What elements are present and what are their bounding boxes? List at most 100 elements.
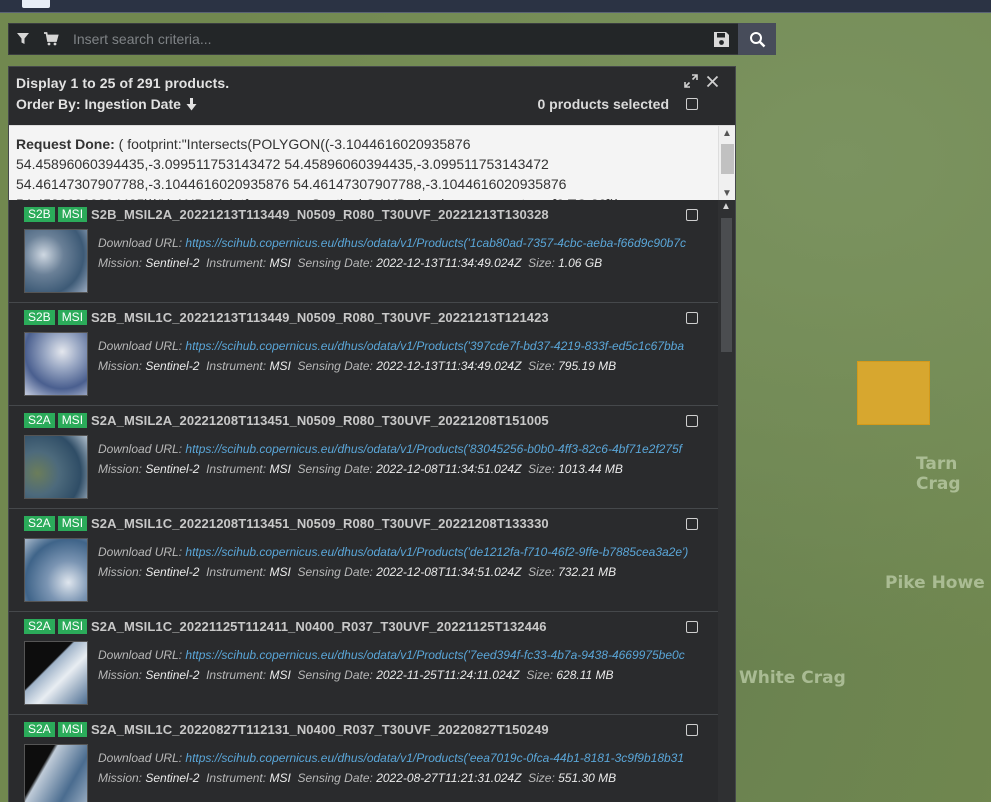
- scrollbar-thumb[interactable]: [721, 218, 732, 352]
- sensing-date-label: Sensing Date:: [297, 771, 373, 785]
- instrument-label: Instrument:: [206, 462, 267, 476]
- product-checkbox[interactable]: [686, 724, 698, 736]
- size-label: Size:: [528, 359, 555, 373]
- results-count-text: Display 1 to 25 of 291 products.: [16, 75, 230, 91]
- size-label: Size:: [528, 565, 555, 579]
- mission-value: Sentinel-2: [145, 771, 200, 785]
- save-search-button[interactable]: [704, 24, 738, 54]
- instrument-label: Instrument:: [206, 256, 267, 270]
- top-header-bar: [0, 0, 991, 13]
- mission-label: Mission:: [98, 771, 143, 785]
- product-item[interactable]: S2A MSI S2A_MSIL1C_20221125T112411_N0400…: [9, 612, 720, 715]
- select-all-checkbox[interactable]: [686, 98, 698, 110]
- sort-descending-icon[interactable]: [186, 97, 197, 111]
- instrument-label: Instrument:: [206, 359, 267, 373]
- instrument-label: Instrument:: [206, 565, 267, 579]
- sensing-date-label: Sensing Date:: [297, 462, 373, 476]
- mission-label: Mission:: [98, 359, 143, 373]
- download-url-link[interactable]: https://scihub.copernicus.eu/dhus/odata/…: [185, 648, 684, 662]
- size-value: 1.06 GB: [558, 256, 603, 270]
- instrument-value: MSI: [269, 462, 291, 476]
- mission-label: Mission:: [98, 668, 143, 682]
- product-thumbnail[interactable]: [24, 332, 88, 396]
- product-item[interactable]: S2B MSI S2B_MSIL2A_20221213T113449_N0509…: [9, 200, 720, 303]
- search-bar: [8, 23, 776, 55]
- map-label-tarn-crag: Tarn Crag: [916, 454, 961, 494]
- satellite-badge: S2A: [24, 516, 55, 531]
- download-url-label: Download URL:: [98, 751, 183, 765]
- size-label: Size:: [526, 668, 553, 682]
- download-url-link[interactable]: https://scihub.copernicus.eu/dhus/odata/…: [185, 339, 684, 353]
- download-url-link[interactable]: https://scihub.copernicus.eu/dhus/odata/…: [185, 236, 686, 250]
- sensing-date-label: Sensing Date:: [297, 565, 373, 579]
- instrument-label: Instrument:: [206, 771, 267, 785]
- product-checkbox[interactable]: [686, 518, 698, 530]
- product-item[interactable]: S2A MSI S2A_MSIL1C_20221208T113451_N0509…: [9, 509, 720, 612]
- scroll-up-icon[interactable]: ▲: [722, 128, 732, 139]
- product-list: S2B MSI S2B_MSIL2A_20221213T113449_N0509…: [9, 200, 720, 802]
- product-item[interactable]: S2A MSI S2A_MSIL1C_20220827T112131_N0400…: [9, 715, 720, 802]
- satellite-badge: S2B: [24, 310, 55, 325]
- download-url-link[interactable]: https://scihub.copernicus.eu/dhus/odata/…: [185, 442, 682, 456]
- close-icon[interactable]: [706, 75, 719, 88]
- download-url-label: Download URL:: [98, 442, 183, 456]
- instrument-value: MSI: [269, 771, 291, 785]
- scroll-up-icon[interactable]: ▲: [721, 201, 731, 212]
- order-by-label: Order By: Ingestion Date: [16, 96, 181, 112]
- product-name: S2B_MSIL1C_20221213T113449_N0509_R080_T3…: [91, 310, 549, 325]
- sensing-date-value: 2022-12-13T11:34:49.024Z: [376, 359, 522, 373]
- size-value: 1013.44 MB: [558, 462, 623, 476]
- scrollbar-thumb[interactable]: [721, 144, 734, 174]
- sensing-date-value: 2022-12-08T11:34:51.024Z: [376, 462, 522, 476]
- size-value: 732.21 MB: [558, 565, 617, 579]
- satellite-badge: S2A: [24, 722, 55, 737]
- product-list-scrollbar[interactable]: ▲: [718, 200, 735, 802]
- sensing-date-label: Sensing Date:: [297, 359, 373, 373]
- instrument-badge: MSI: [57, 619, 88, 634]
- product-thumbnail[interactable]: [24, 744, 88, 802]
- save-icon: [713, 31, 729, 47]
- size-value: 551.30 MB: [558, 771, 617, 785]
- satellite-badge: S2A: [24, 413, 55, 428]
- sensing-date-label: Sensing Date:: [297, 668, 373, 682]
- search-area-footprint[interactable]: [857, 361, 930, 425]
- request-query-text: Request Done: ( footprint:"Intersects(PO…: [16, 134, 711, 200]
- product-item[interactable]: S2A MSI S2A_MSIL2A_20221208T113451_N0509…: [9, 406, 720, 509]
- expand-icon[interactable]: [684, 74, 698, 88]
- product-item[interactable]: S2B MSI S2B_MSIL1C_20221213T113449_N0509…: [9, 303, 720, 406]
- results-panel: Display 1 to 25 of 291 products. Order B…: [8, 66, 736, 802]
- instrument-value: MSI: [269, 359, 291, 373]
- product-name: S2A_MSIL1C_20220827T112131_N0400_R037_T3…: [91, 722, 549, 737]
- cart-icon[interactable]: [37, 24, 65, 54]
- product-name: S2A_MSIL2A_20221208T113451_N0509_R080_T3…: [91, 413, 549, 428]
- satellite-badge: S2A: [24, 619, 55, 634]
- instrument-badge: MSI: [57, 207, 88, 222]
- instrument-badge: MSI: [57, 722, 88, 737]
- product-checkbox[interactable]: [686, 621, 698, 633]
- download-url-label: Download URL:: [98, 236, 183, 250]
- request-scrollbar[interactable]: ▲ ▼: [718, 126, 735, 200]
- product-thumbnail[interactable]: [24, 435, 88, 499]
- satellite-badge: S2B: [24, 207, 55, 222]
- size-label: Size:: [528, 771, 555, 785]
- product-checkbox[interactable]: [686, 312, 698, 324]
- sensing-date-label: Sensing Date:: [297, 256, 373, 270]
- map-label-pike-howe: Pike Howe: [885, 573, 985, 593]
- copernicus-logo[interactable]: [22, 0, 50, 8]
- download-url-link[interactable]: https://scihub.copernicus.eu/dhus/odata/…: [185, 751, 684, 765]
- search-button[interactable]: [738, 23, 776, 55]
- mission-value: Sentinel-2: [145, 462, 200, 476]
- scroll-down-icon[interactable]: ▼: [722, 188, 732, 199]
- download-url-label: Download URL:: [98, 339, 183, 353]
- instrument-label: Instrument:: [206, 668, 267, 682]
- product-thumbnail[interactable]: [24, 538, 88, 602]
- product-thumbnail[interactable]: [24, 229, 88, 293]
- sensing-date-value: 2022-12-08T11:34:51.024Z: [376, 565, 522, 579]
- product-checkbox[interactable]: [686, 209, 698, 221]
- size-value: 628.11 MB: [556, 668, 614, 682]
- search-input[interactable]: [65, 24, 704, 54]
- product-checkbox[interactable]: [686, 415, 698, 427]
- download-url-link[interactable]: https://scihub.copernicus.eu/dhus/odata/…: [185, 545, 688, 559]
- product-thumbnail[interactable]: [24, 641, 88, 705]
- filter-icon[interactable]: [9, 24, 37, 54]
